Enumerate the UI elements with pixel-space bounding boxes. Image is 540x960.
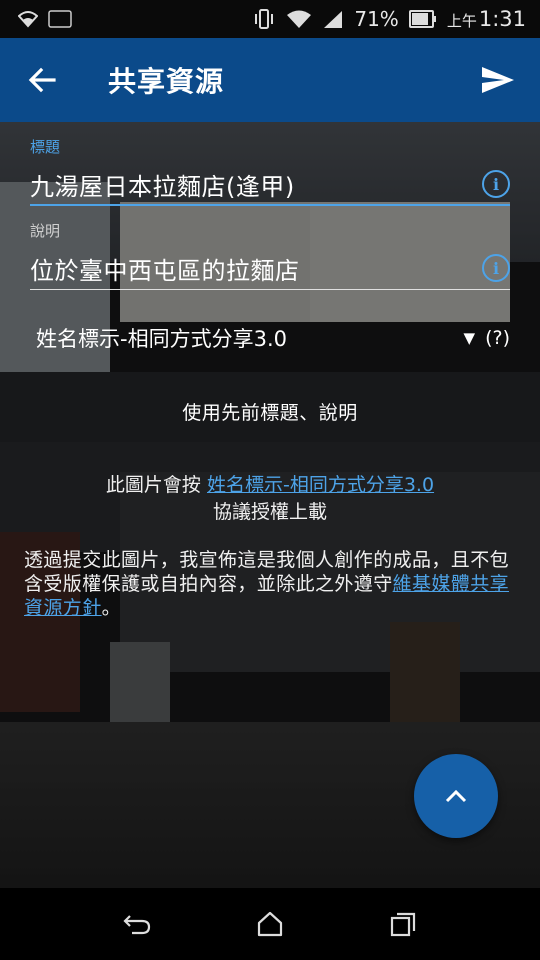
battery-percent: 71% bbox=[354, 7, 399, 31]
dropdown-arrow-icon: ▼ bbox=[463, 329, 476, 347]
license-note-prefix: 此圖片會按 bbox=[105, 474, 201, 496]
use-previous-button[interactable]: 使用先前標題、說明 bbox=[120, 388, 420, 434]
nav-home-button[interactable] bbox=[240, 894, 300, 954]
nav-recents-button[interactable] bbox=[373, 894, 433, 954]
send-icon bbox=[482, 67, 514, 93]
declaration-end: 。 bbox=[101, 597, 122, 619]
title-input[interactable]: 九湯屋日本拉麵店(逢甲) bbox=[30, 164, 510, 204]
license-dropdown[interactable]: 姓名標示-相同方式分享3.0 ▼ (?) bbox=[36, 318, 510, 358]
scroll-up-button[interactable] bbox=[414, 754, 498, 838]
arrow-left-icon bbox=[28, 67, 56, 93]
title-underline bbox=[30, 204, 510, 206]
status-bar: 71% 上午1:31 bbox=[0, 0, 540, 38]
vibrate-icon bbox=[252, 8, 276, 30]
time-ampm: 上午 bbox=[446, 12, 477, 30]
title-info-button[interactable]: i bbox=[482, 170, 510, 198]
description-info-button[interactable]: i bbox=[482, 254, 510, 282]
battery-icon bbox=[408, 10, 437, 28]
info-icon: i bbox=[492, 174, 500, 194]
shield-wifi-icon bbox=[18, 10, 38, 28]
nav-back-button[interactable] bbox=[107, 894, 167, 954]
back-button[interactable] bbox=[0, 38, 84, 122]
description-input[interactable]: 位於臺中西屯區的拉麵店 bbox=[30, 248, 510, 288]
return-arrow-icon bbox=[123, 915, 150, 935]
recents-icon bbox=[391, 912, 416, 937]
clock: 1:31 bbox=[478, 7, 526, 31]
description-label: 說明 bbox=[30, 222, 61, 240]
navigation-bar bbox=[0, 888, 540, 960]
signal-icon bbox=[322, 9, 344, 29]
wifi-icon bbox=[286, 9, 312, 29]
info-icon: i bbox=[492, 258, 500, 278]
send-button[interactable] bbox=[456, 38, 540, 122]
license-note: 此圖片會按 姓名標示-相同方式分享3.0 協議授權上載 bbox=[40, 472, 500, 526]
chevron-up-icon bbox=[445, 789, 467, 803]
notification-count-icon bbox=[48, 10, 72, 28]
title-label: 標題 bbox=[30, 138, 61, 156]
license-link[interactable]: 姓名標示-相同方式分享3.0 bbox=[207, 474, 434, 496]
page-title: 共享資源 bbox=[108, 65, 225, 98]
license-selected-value: 姓名標示-相同方式分享3.0 bbox=[36, 327, 287, 351]
home-icon bbox=[257, 911, 283, 937]
license-help-button[interactable]: (?) bbox=[485, 327, 510, 349]
description-underline bbox=[30, 289, 510, 290]
license-note-suffix: 協議授權上載 bbox=[212, 501, 327, 523]
declaration-text: 透過提交此圖片，我宣佈這是我個人創作的成品，且不包含受版權保護或自拍內容，並除此… bbox=[24, 548, 518, 620]
app-bar: 共享資源 bbox=[0, 38, 540, 122]
